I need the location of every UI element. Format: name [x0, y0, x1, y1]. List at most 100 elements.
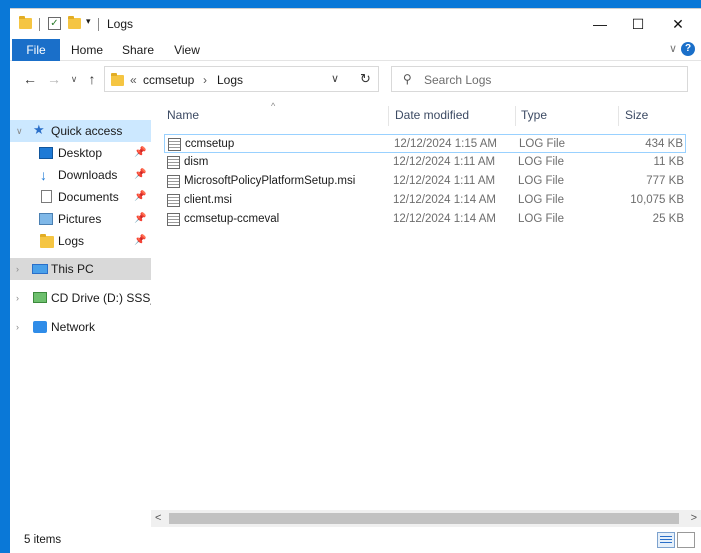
nav-item-desktop[interactable]: Desktop 📌: [10, 142, 151, 164]
chevron-right-icon[interactable]: ›: [16, 258, 19, 280]
ribbon-tabs: File Home Share View ∨ ?: [10, 39, 701, 61]
search-box[interactable]: ⚲ Search Logs: [391, 66, 688, 92]
refresh-button[interactable]: ↻: [353, 66, 379, 92]
file-row[interactable]: dism 12/12/2024 1:11 AM LOG File 11 KB: [164, 153, 686, 172]
pin-icon[interactable]: 📌: [134, 230, 146, 252]
file-type: LOG File: [519, 138, 566, 150]
nav-item-downloads[interactable]: ↓ Downloads 📌: [10, 164, 151, 186]
column-divider[interactable]: [388, 106, 389, 126]
back-button[interactable]: ←: [20, 69, 40, 89]
nav-item-pictures[interactable]: Pictures 📌: [10, 208, 151, 230]
file-name: dism: [184, 156, 209, 168]
file-row[interactable]: ccmsetup 12/12/2024 1:15 AM LOG File 434…: [164, 134, 686, 153]
customize-toolbar-icon[interactable]: ▾: [86, 16, 91, 27]
desktop-icon: [39, 147, 53, 159]
pin-icon[interactable]: 📌: [134, 186, 146, 208]
chevron-down-icon[interactable]: ∨: [16, 120, 23, 142]
details-view-button[interactable]: [657, 532, 675, 548]
column-header-name[interactable]: Name: [167, 108, 199, 122]
nav-label: Logs: [58, 234, 85, 248]
file-size: 10,075 KB: [630, 194, 684, 206]
tab-file[interactable]: File: [12, 39, 60, 61]
nav-label: This PC: [51, 262, 94, 276]
log-file-icon: [167, 194, 180, 207]
file-type: LOG File: [518, 213, 565, 225]
chevron-down-icon[interactable]: ∨: [669, 42, 677, 55]
file-list: ^ Name Date modified Type Size ccmsetup …: [151, 97, 701, 529]
scrollbar-thumb[interactable]: [169, 513, 679, 524]
navigation-pane: ∨ ★ Quick access Desktop 📌 ↓ Downloads 📌…: [10, 97, 151, 529]
breadcrumb-ccmsetup[interactable]: ccmsetup: [143, 73, 194, 87]
file-row[interactable]: client.msi 12/12/2024 1:14 AM LOG File 1…: [164, 191, 686, 210]
pin-icon[interactable]: 📌: [134, 208, 146, 230]
computer-icon: [32, 264, 48, 274]
properties-icon[interactable]: ✓: [48, 17, 61, 30]
pin-icon[interactable]: 📌: [134, 164, 146, 186]
documents-icon: [41, 190, 52, 203]
file-name: ccmsetup: [185, 138, 235, 150]
nav-quick-access[interactable]: ∨ ★ Quick access: [10, 120, 151, 142]
file-name: client.msi: [184, 194, 232, 206]
status-bar: 5 items: [10, 527, 701, 553]
file-date: 12/12/2024 1:14 AM: [393, 194, 496, 206]
item-count: 5 items: [24, 534, 62, 546]
file-size: 777 KB: [646, 175, 684, 187]
chevron-right-icon[interactable]: ›: [16, 287, 19, 309]
forward-button[interactable]: →: [44, 69, 64, 89]
folder-icon: [40, 234, 54, 248]
breadcrumb-logs[interactable]: Logs: [217, 73, 243, 87]
file-date: 12/12/2024 1:14 AM: [393, 213, 496, 225]
tab-share[interactable]: Share: [116, 39, 160, 61]
chevron-right-icon[interactable]: ›: [16, 316, 19, 338]
file-date: 12/12/2024 1:11 AM: [393, 175, 496, 187]
file-type: LOG File: [518, 156, 565, 168]
nav-label: Downloads: [58, 168, 118, 182]
scroll-right-icon[interactable]: >: [691, 512, 697, 524]
network-icon: [33, 321, 47, 333]
file-size: 11 KB: [653, 156, 684, 168]
file-row[interactable]: MicrosoftPolicyPlatformSetup.msi 12/12/2…: [164, 172, 686, 191]
nav-cd-drive[interactable]: › CD Drive (D:) SSS_X64: [10, 287, 151, 309]
nav-item-documents[interactable]: Documents 📌: [10, 186, 151, 208]
pin-icon[interactable]: 📌: [134, 142, 146, 164]
tab-view[interactable]: View: [165, 39, 209, 61]
star-icon: ★: [33, 122, 45, 137]
address-bar[interactable]: « ccmsetup › Logs ∨: [104, 66, 379, 92]
breadcrumb-separator[interactable]: ›: [203, 73, 207, 87]
nav-this-pc[interactable]: › This PC: [10, 258, 151, 280]
help-icon[interactable]: ?: [681, 42, 695, 56]
file-name: MicrosoftPolicyPlatformSetup.msi: [184, 175, 356, 187]
divider: [98, 18, 99, 31]
file-date: 12/12/2024 1:15 AM: [394, 138, 497, 150]
folder-icon: [111, 73, 124, 86]
close-button[interactable]: ✕: [655, 9, 701, 39]
explorer-window: ✓ ▾ Logs — ☐ ✕ File Home Share View ∨ ? …: [10, 8, 701, 553]
log-file-icon: [167, 175, 180, 188]
breadcrumb-overflow[interactable]: «: [130, 73, 137, 87]
log-file-icon: [167, 156, 180, 169]
file-name: ccmsetup-ccmeval: [184, 213, 280, 225]
tab-home[interactable]: Home: [65, 39, 109, 61]
recent-locations-button[interactable]: ∨: [64, 69, 84, 89]
file-row[interactable]: ccmsetup-ccmeval 12/12/2024 1:14 AM LOG …: [164, 210, 686, 229]
new-folder-icon[interactable]: [68, 16, 81, 29]
column-divider[interactable]: [618, 106, 619, 126]
column-header-type[interactable]: Type: [521, 108, 547, 122]
divider: [39, 18, 40, 31]
nav-network[interactable]: › Network: [10, 316, 151, 338]
column-header-date[interactable]: Date modified: [395, 108, 469, 122]
nav-label: CD Drive (D:) SSS_X64: [51, 291, 151, 305]
up-button[interactable]: ↑: [82, 69, 102, 89]
large-icons-view-button[interactable]: [677, 532, 695, 548]
downloads-icon: ↓: [40, 167, 47, 183]
pictures-icon: [39, 213, 53, 225]
title-bar[interactable]: ✓ ▾ Logs — ☐ ✕: [10, 9, 701, 39]
column-divider[interactable]: [515, 106, 516, 126]
file-size: 434 KB: [645, 138, 683, 150]
column-header-size[interactable]: Size: [625, 108, 648, 122]
horizontal-scrollbar[interactable]: < >: [151, 510, 701, 527]
nav-item-logs[interactable]: Logs 📌: [10, 230, 151, 252]
search-placeholder: Search Logs: [424, 73, 492, 87]
chevron-down-icon[interactable]: ∨: [331, 72, 339, 85]
scroll-left-icon[interactable]: <: [155, 512, 161, 524]
